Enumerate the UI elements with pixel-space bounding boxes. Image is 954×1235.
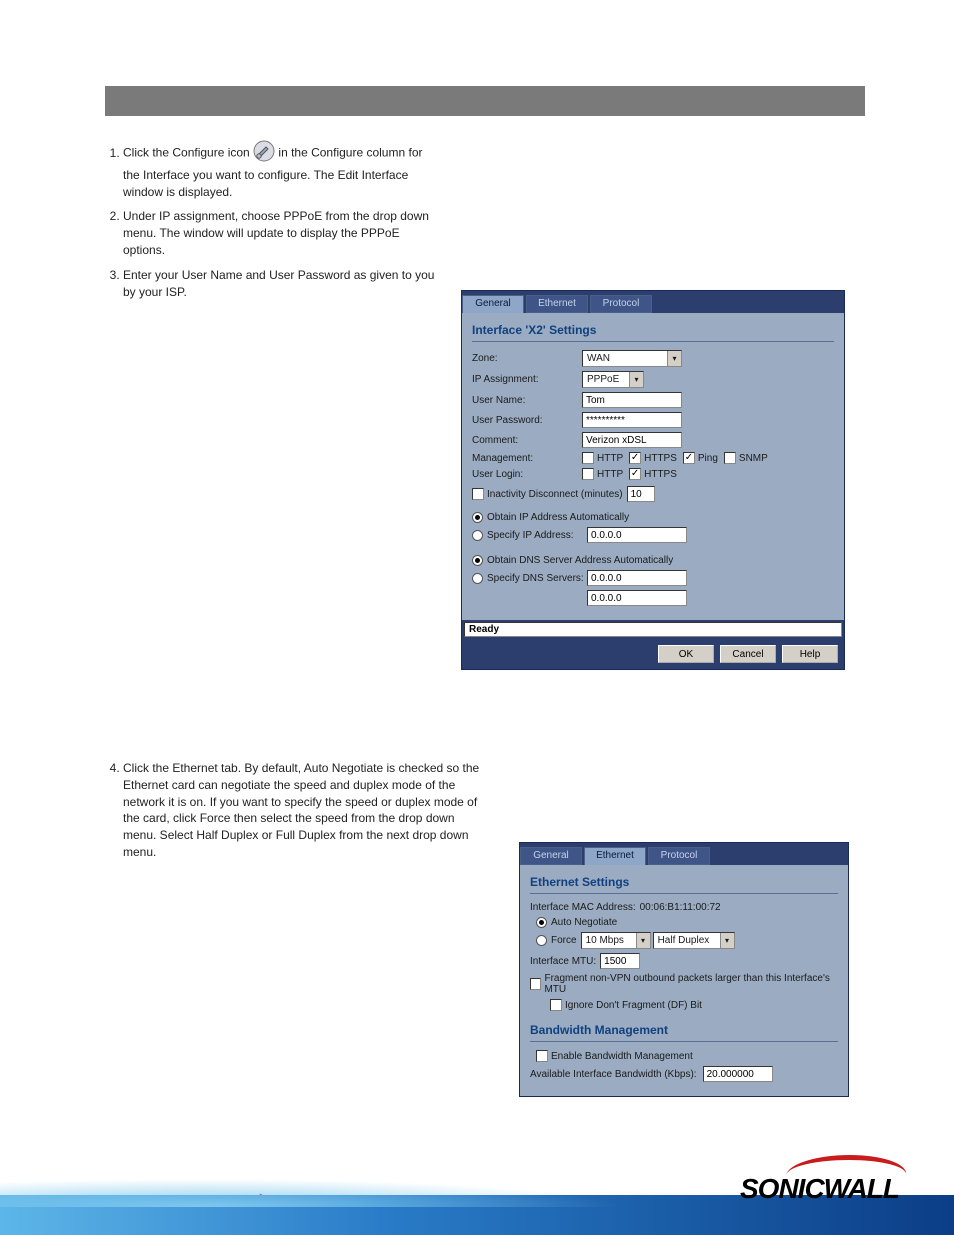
ipassign-select[interactable]: PPPoE ▾ xyxy=(582,371,644,388)
avail-bw-input[interactable] xyxy=(703,1066,773,1082)
duplex-value: Half Duplex xyxy=(654,935,720,946)
mgmt-snmp-text: SNMP xyxy=(739,453,768,464)
auto-neg-label: Auto Negotiate xyxy=(551,917,617,928)
chevron-down-icon: ▾ xyxy=(636,933,650,948)
mac-value: 00:06:B1:11:00:72 xyxy=(640,902,721,913)
mac-label: Interface MAC Address: xyxy=(530,902,636,913)
step-1-prefix: Click the Configure icon xyxy=(123,146,253,160)
mgmt-ping-check[interactable] xyxy=(683,452,695,464)
ethernet-settings-dialog: General Ethernet Protocol Ethernet Setti… xyxy=(519,842,849,1097)
comment-input[interactable] xyxy=(582,432,682,448)
chevron-down-icon: ▾ xyxy=(629,372,643,387)
inactivity-check[interactable] xyxy=(472,488,484,500)
tab-general[interactable]: General xyxy=(462,295,524,313)
specify-ip-input[interactable] xyxy=(587,527,687,543)
force-radio[interactable] xyxy=(536,935,547,946)
bw-title: Bandwidth Management xyxy=(530,1019,838,1042)
dialog2-section-title: Ethernet Settings xyxy=(530,871,838,894)
mgmt-label: Management: xyxy=(472,453,582,464)
mtu-input[interactable] xyxy=(600,953,640,969)
dialog2-tabs: General Ethernet Protocol xyxy=(520,843,848,865)
obtain-ip-label: Obtain IP Address Automatically xyxy=(487,512,629,523)
zone-select[interactable]: WAN ▾ xyxy=(582,350,682,367)
obtain-ip-radio[interactable] xyxy=(472,512,483,523)
ignore-df-label: Ignore Don't Fragment (DF) Bit xyxy=(565,1000,702,1011)
specify-ip-radio[interactable] xyxy=(472,530,483,541)
configure-icon xyxy=(253,140,275,167)
tab-protocol[interactable]: Protocol xyxy=(590,295,652,313)
page-footer: ▷ SONICWALL xyxy=(0,1155,954,1235)
step-4: Click the Ethernet tab. By default, Auto… xyxy=(123,760,490,861)
avail-bw-label: Available Interface Bandwidth (Kbps): xyxy=(530,1069,697,1080)
fragment-check[interactable] xyxy=(530,978,541,990)
ipassign-value: PPPoE xyxy=(583,374,629,385)
mgmt-http-text: HTTP xyxy=(597,453,623,464)
userpass-label: User Password: xyxy=(472,415,582,426)
mgmt-ping-text: Ping xyxy=(698,453,718,464)
tab2-ethernet[interactable]: Ethernet xyxy=(584,847,646,865)
userpass-input[interactable] xyxy=(582,412,682,428)
chevron-down-icon: ▾ xyxy=(667,351,681,366)
help-button[interactable]: Help xyxy=(782,645,838,663)
zone-value: WAN xyxy=(583,353,667,364)
header-gray-bar xyxy=(105,86,865,116)
obtain-dns-radio[interactable] xyxy=(472,555,483,566)
cancel-button[interactable]: Cancel xyxy=(720,645,776,663)
tab2-protocol[interactable]: Protocol xyxy=(648,847,710,865)
mgmt-http-check[interactable] xyxy=(582,452,594,464)
duplex-select[interactable]: Half Duplex ▾ xyxy=(653,932,735,949)
enable-bw-check[interactable] xyxy=(536,1050,548,1062)
specify-ip-label: Specify IP Address: xyxy=(487,530,587,541)
ok-button[interactable]: OK xyxy=(658,645,714,663)
username-input[interactable] xyxy=(582,392,682,408)
step-2: Under IP assignment, choose PPPoE from t… xyxy=(123,208,435,258)
username-label: User Name: xyxy=(472,395,582,406)
auto-neg-radio[interactable] xyxy=(536,917,547,928)
status-bar: Ready xyxy=(464,622,842,637)
mgmt-snmp-check[interactable] xyxy=(724,452,736,464)
fragment-label: Fragment non-VPN outbound packets larger… xyxy=(544,973,838,995)
userlogin-http-check[interactable] xyxy=(582,468,594,480)
mgmt-https-check[interactable] xyxy=(629,452,641,464)
inactivity-input[interactable] xyxy=(627,486,655,502)
dialog1-tabs: General Ethernet Protocol xyxy=(462,291,844,313)
ignore-df-check[interactable] xyxy=(550,999,562,1011)
enable-bw-label: Enable Bandwidth Management xyxy=(551,1051,693,1062)
speed-select[interactable]: 10 Mbps ▾ xyxy=(581,932,651,949)
dns2-input[interactable] xyxy=(587,590,687,606)
comment-label: Comment: xyxy=(472,435,582,446)
inactivity-label: Inactivity Disconnect (minutes) xyxy=(487,489,623,500)
force-label: Force xyxy=(551,935,577,946)
zone-label: Zone: xyxy=(472,353,582,364)
userlogin-label: User Login: xyxy=(472,469,582,480)
dns1-input[interactable] xyxy=(587,570,687,586)
tab2-general[interactable]: General xyxy=(520,847,582,865)
userlogin-https-text: HTTPS xyxy=(644,469,677,480)
dialog1-section-title: Interface 'X2' Settings xyxy=(472,319,834,342)
obtain-dns-label: Obtain DNS Server Address Automatically xyxy=(487,555,673,566)
specify-dns-radio[interactable] xyxy=(472,573,483,584)
specify-dns-label: Specify DNS Servers: xyxy=(487,573,587,584)
ipassign-label: IP Assignment: xyxy=(472,374,582,385)
sonicwall-logo: SONICWALL xyxy=(740,1173,899,1205)
step-3: Enter your User Name and User Password a… xyxy=(123,267,435,301)
mtu-label: Interface MTU: xyxy=(530,956,596,967)
userlogin-http-text: HTTP xyxy=(597,469,623,480)
edit-interface-dialog: General Ethernet Protocol Interface 'X2'… xyxy=(461,290,845,670)
chevron-down-icon: ▾ xyxy=(720,933,734,948)
step-1: Click the Configure icon in the Configur… xyxy=(123,140,435,200)
userlogin-https-check[interactable] xyxy=(629,468,641,480)
speed-value: 10 Mbps xyxy=(582,935,636,946)
tab-ethernet[interactable]: Ethernet xyxy=(526,295,588,313)
mgmt-https-text: HTTPS xyxy=(644,453,677,464)
